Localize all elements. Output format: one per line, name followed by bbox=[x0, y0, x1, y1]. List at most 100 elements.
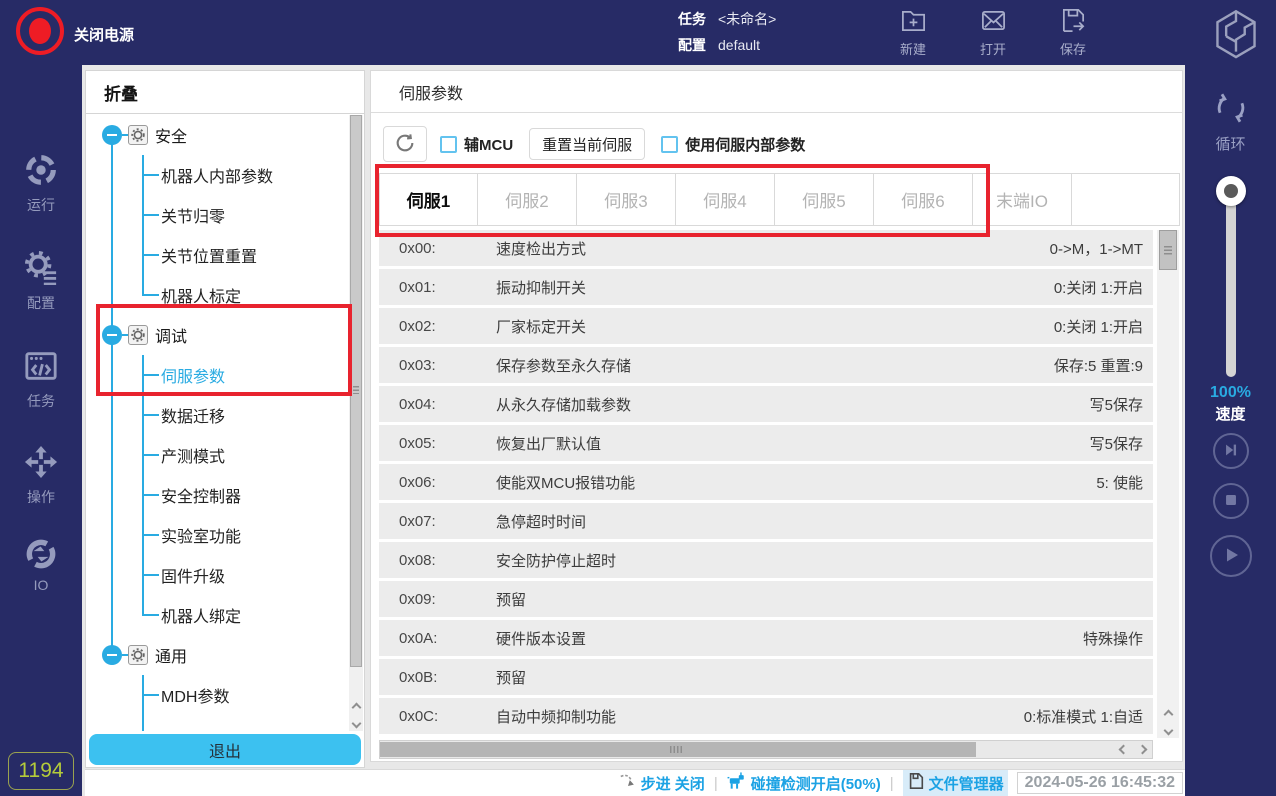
param-name: 厂家标定开关 bbox=[496, 318, 587, 336]
step-mode-toggle[interactable]: 步进 关闭 bbox=[619, 772, 705, 794]
param-value: 0:标准模式 1:自适 bbox=[1023, 708, 1143, 726]
collision-detect-toggle[interactable]: 碰撞检测开启(50%) bbox=[727, 772, 881, 794]
stop-button[interactable] bbox=[1212, 483, 1249, 519]
param-name: 保存参数至永久存储 bbox=[496, 357, 632, 375]
table-row[interactable]: 0x03: 保存参数至永久存储 保存:5 重置:9 bbox=[379, 347, 1153, 383]
sidebar-item-config[interactable]: 配置 bbox=[0, 251, 82, 313]
gear-icon bbox=[24, 251, 58, 289]
step-forward-icon bbox=[1222, 441, 1240, 462]
tree-item[interactable]: 机器人内部参数 bbox=[86, 155, 348, 195]
move-arrows-icon bbox=[24, 445, 58, 483]
file-manager-disk-icon bbox=[907, 772, 925, 794]
tree-content: 安全 机器人内部参数 关节归零 关节位置重置 机器人标定 调试 伺服参数 数据迁移 产测模… bbox=[86, 115, 348, 731]
tree-scrollbar[interactable] bbox=[349, 115, 363, 731]
param-table: 0x00: 速度检出方式 0->M，1->MT 0x01: 振动抑制开关 0:关… bbox=[379, 230, 1153, 737]
tree-group-row[interactable]: 通用 bbox=[86, 635, 348, 675]
open-envelope-icon bbox=[980, 10, 1007, 37]
param-address: 0x03: bbox=[399, 356, 436, 374]
servo-tab[interactable]: 伺服6 bbox=[874, 173, 973, 226]
open-task-button[interactable]: 打开 bbox=[964, 7, 1022, 58]
table-row[interactable]: 0x02: 厂家标定开关 0:关闭 1:开启 bbox=[379, 308, 1153, 344]
param-address: 0x08: bbox=[399, 551, 436, 569]
sidebar-item-run[interactable]: 运行 bbox=[0, 153, 82, 215]
tree-item[interactable]: 数据迁移 bbox=[86, 395, 348, 435]
table-row[interactable]: 0x07: 急停超时时间 bbox=[379, 503, 1153, 539]
tree-item[interactable]: 固件升级 bbox=[86, 555, 348, 595]
tree-item[interactable]: 关节位置重置 bbox=[86, 235, 348, 275]
play-button[interactable] bbox=[1209, 535, 1252, 577]
param-address: 0x06: bbox=[399, 473, 436, 491]
save-button[interactable]: 保存 bbox=[1044, 7, 1102, 58]
speed-label: 速度 bbox=[1215, 406, 1246, 423]
scroll-down-icon[interactable] bbox=[351, 718, 361, 729]
param-address: 0x09: bbox=[399, 590, 436, 608]
table-hscroll-thumb[interactable] bbox=[380, 742, 976, 757]
table-row[interactable]: 0x09: 预留 bbox=[379, 581, 1153, 617]
tree-group-safety: 安全 机器人内部参数 关节归零 关节位置重置 机器人标定 bbox=[86, 115, 348, 315]
tree-item[interactable]: 关节归零 bbox=[86, 195, 348, 235]
param-name: 自动中频抑制功能 bbox=[496, 708, 617, 726]
table-row[interactable]: 0x0C: 自动中频抑制功能 0:标准模式 1:自适 bbox=[379, 698, 1153, 734]
servo-tabs: 伺服1 伺服2 伺服3 伺服4 伺服5 伺服6 末端IO bbox=[379, 173, 1180, 226]
speed-slider-track[interactable] bbox=[1225, 185, 1236, 377]
new-task-button[interactable]: 新建 bbox=[884, 7, 942, 58]
tree-item[interactable]: 伺服参数 bbox=[86, 355, 348, 395]
speed-slider-knob[interactable] bbox=[1215, 176, 1246, 206]
tree-item[interactable]: 产测模式 bbox=[86, 435, 348, 475]
step-forward-button[interactable] bbox=[1212, 433, 1249, 469]
scroll-up-icon[interactable] bbox=[1163, 709, 1173, 720]
tree-item[interactable]: 安全控制器 bbox=[86, 475, 348, 515]
tree-item[interactable]: 机器人绑定 bbox=[86, 595, 348, 635]
refresh-button[interactable] bbox=[383, 126, 427, 162]
use-internal-params-checkbox[interactable] bbox=[661, 135, 679, 153]
sidebar-item-task[interactable]: 任务 bbox=[0, 349, 82, 411]
servo-tab[interactable]: 伺服1 bbox=[379, 173, 478, 226]
collapse-minus-icon[interactable] bbox=[102, 125, 122, 145]
servo-tab[interactable]: 末端IO bbox=[973, 173, 1072, 226]
servo-tab[interactable]: 伺服3 bbox=[577, 173, 676, 226]
scroll-right-icon[interactable] bbox=[1137, 744, 1148, 755]
tree-item[interactable]: 机器人标定 bbox=[86, 275, 348, 315]
table-horizontal-scrollbar[interactable] bbox=[379, 740, 1153, 759]
save-disk-icon bbox=[1060, 9, 1087, 37]
tree-group-row[interactable]: 安全 bbox=[86, 115, 348, 155]
table-row[interactable]: 0x0B: 预留 bbox=[379, 659, 1153, 695]
scroll-up-icon[interactable] bbox=[351, 702, 361, 713]
exit-button[interactable]: 退出 bbox=[89, 734, 361, 765]
servo-tab[interactable]: 伺服2 bbox=[478, 173, 577, 226]
aux-mcu-checkbox[interactable] bbox=[440, 135, 457, 153]
speed-percent: 100% bbox=[1210, 384, 1251, 401]
sidebar-item-io[interactable]: IO bbox=[0, 539, 82, 593]
param-name: 恢复出厂默认值 bbox=[496, 435, 602, 453]
sidebar-item-operate[interactable]: 操作 bbox=[0, 445, 82, 507]
tree-item[interactable]: MDH参数 bbox=[86, 675, 348, 715]
tree-group-row[interactable]: 调试 bbox=[86, 315, 348, 355]
table-row[interactable]: 0x00: 速度检出方式 0->M，1->MT bbox=[379, 230, 1153, 266]
tree-scrollbar-thumb[interactable] bbox=[350, 115, 362, 667]
reset-servo-button[interactable]: 重置当前伺服 bbox=[529, 128, 646, 160]
tree-children: 机器人内部参数 关节归零 关节位置重置 机器人标定 bbox=[86, 155, 348, 315]
param-value: 0:关闭 1:开启 bbox=[1053, 318, 1143, 336]
table-row[interactable]: 0x01: 振动抑制开关 0:关闭 1:开启 bbox=[379, 269, 1153, 305]
table-row[interactable]: 0x05: 恢复出厂默认值 写5保存 bbox=[379, 425, 1153, 461]
param-name: 硬件版本设置 bbox=[496, 630, 587, 648]
servo-tab[interactable]: 伺服4 bbox=[676, 173, 775, 226]
table-vscroll-thumb[interactable] bbox=[1159, 230, 1177, 270]
play-icon bbox=[1221, 545, 1241, 568]
table-row[interactable]: 0x0A: 硬件版本设置 特殊操作 bbox=[379, 620, 1153, 656]
tree-item[interactable]: 实验室功能 bbox=[86, 515, 348, 555]
scroll-left-icon[interactable] bbox=[1118, 744, 1129, 755]
collapse-minus-icon[interactable] bbox=[102, 325, 122, 345]
power-button[interactable] bbox=[16, 7, 64, 55]
file-manager-button[interactable]: 文件管理器 bbox=[902, 770, 1008, 796]
table-row[interactable]: 0x08: 安全防护停止超时 bbox=[379, 542, 1153, 578]
clock-timestamp: 2024-05-26 16:45:32 bbox=[1016, 772, 1183, 794]
collapse-minus-icon[interactable] bbox=[102, 645, 122, 665]
loop-mode[interactable]: 循环 bbox=[1185, 89, 1276, 154]
table-vertical-scrollbar[interactable] bbox=[1157, 230, 1179, 738]
servo-tab[interactable]: 伺服5 bbox=[775, 173, 874, 226]
tree-collapse-header[interactable]: 折叠 bbox=[86, 71, 364, 114]
table-row[interactable]: 0x06: 使能双MCU报错功能 5: 使能 bbox=[379, 464, 1153, 500]
scroll-down-icon[interactable] bbox=[1163, 725, 1173, 736]
table-row[interactable]: 0x04: 从永久存储加载参数 写5保存 bbox=[379, 386, 1153, 422]
